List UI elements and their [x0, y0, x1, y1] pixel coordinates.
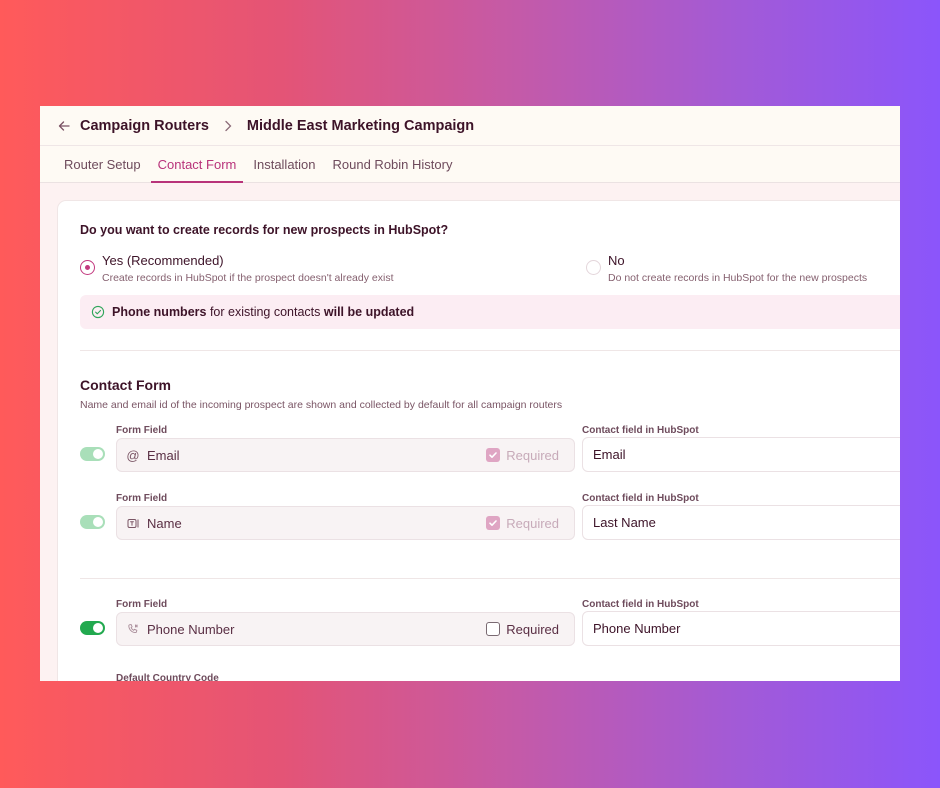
- text-field-icon: [126, 516, 140, 530]
- divider: [80, 350, 900, 351]
- email-hubspot-field[interactable]: Email: [582, 437, 900, 472]
- required-checkbox: Required: [486, 448, 559, 463]
- field-row-name: Form Field Contact field in HubSpot Name…: [80, 493, 900, 561]
- content-area: Do you want to create records for new pr…: [40, 183, 900, 681]
- phone-form-field: Phone Number Required: [116, 612, 575, 646]
- at-sign-icon: @: [126, 447, 140, 463]
- radio-no-title: No: [608, 253, 625, 268]
- app-window: Campaign Routers Middle East Marketing C…: [40, 106, 900, 681]
- radio-yes-desc: Create records in HubSpot if the prospec…: [102, 272, 394, 284]
- create-records-question: Do you want to create records for new pr…: [80, 223, 449, 237]
- form-field-label: Form Field: [116, 599, 168, 610]
- default-country-code-label: Default Country Code: [116, 673, 219, 681]
- form-field-name: Name: [147, 515, 182, 531]
- divider: [80, 578, 900, 579]
- checkbox-icon[interactable]: [486, 622, 501, 636]
- phone-toggle[interactable]: [80, 621, 105, 635]
- email-toggle[interactable]: [80, 447, 105, 461]
- hub-field-label: Contact field in HubSpot: [582, 599, 699, 610]
- phone-icon: [126, 622, 140, 636]
- tab-bar: Router Setup Contact Form Installation R…: [40, 146, 900, 183]
- check-circle-icon: [91, 305, 105, 319]
- tab-installation[interactable]: Installation: [246, 146, 322, 182]
- create-records-radio-group: Yes (Recommended) Create records in HubS…: [80, 252, 900, 288]
- settings-card: Do you want to create records for new pr…: [57, 200, 900, 681]
- field-row-email: Form Field Contact field in HubSpot @ Em…: [80, 425, 900, 493]
- name-toggle[interactable]: [80, 515, 105, 529]
- required-checkbox: Required: [486, 516, 559, 531]
- required-label: Required: [506, 621, 559, 637]
- radio-yes[interactable]: [80, 260, 95, 275]
- arrow-left-icon[interactable]: [57, 119, 71, 133]
- radio-yes-title: Yes (Recommended): [102, 253, 224, 268]
- form-field-label: Form Field: [116, 425, 168, 436]
- required-label: Required: [506, 447, 559, 463]
- phone-update-notice: Phone numbers for existing contacts will…: [80, 295, 900, 329]
- notice-bold-2: will be updated: [323, 305, 415, 319]
- tab-contact-form[interactable]: Contact Form: [150, 146, 244, 183]
- radio-no[interactable]: [586, 260, 601, 275]
- radio-option-yes[interactable]: Yes (Recommended) Create records in HubS…: [80, 252, 394, 284]
- chevron-right-icon: [223, 120, 233, 132]
- notice-text: for existing contacts: [206, 305, 324, 319]
- contact-form-desc: Name and email id of the incoming prospe…: [80, 399, 563, 411]
- phone-hubspot-field[interactable]: Phone Number: [582, 611, 900, 646]
- email-form-field: @ Email Required: [116, 438, 575, 472]
- checkbox-checked-icon: [486, 448, 501, 462]
- contact-form-title: Contact Form: [80, 377, 171, 393]
- breadcrumb-parent[interactable]: Campaign Routers: [80, 118, 209, 134]
- form-field-label: Form Field: [116, 493, 168, 504]
- name-form-field: Name Required: [116, 506, 575, 540]
- field-row-phone: Form Field Contact field in HubSpot Phon…: [80, 599, 900, 667]
- required-label: Required: [506, 515, 559, 531]
- required-checkbox[interactable]: Required: [486, 622, 559, 637]
- breadcrumb-current: Middle East Marketing Campaign: [246, 117, 475, 134]
- checkbox-checked-icon: [486, 516, 501, 530]
- breadcrumb: Campaign Routers Middle East Marketing C…: [40, 106, 900, 146]
- notice-bold-1: Phone numbers: [112, 305, 207, 319]
- form-field-name: Email: [147, 447, 180, 463]
- form-field-name: Phone Number: [147, 621, 235, 637]
- radio-no-desc: Do not create records in HubSpot for the…: [608, 272, 868, 284]
- tab-router-setup[interactable]: Router Setup: [57, 146, 148, 182]
- tab-round-robin-history[interactable]: Round Robin History: [326, 146, 460, 182]
- name-hubspot-field[interactable]: Last Name: [582, 505, 900, 540]
- hub-field-label: Contact field in HubSpot: [582, 425, 699, 436]
- hub-field-label: Contact field in HubSpot: [582, 493, 699, 504]
- radio-option-no[interactable]: No Do not create records in HubSpot for …: [586, 252, 867, 284]
